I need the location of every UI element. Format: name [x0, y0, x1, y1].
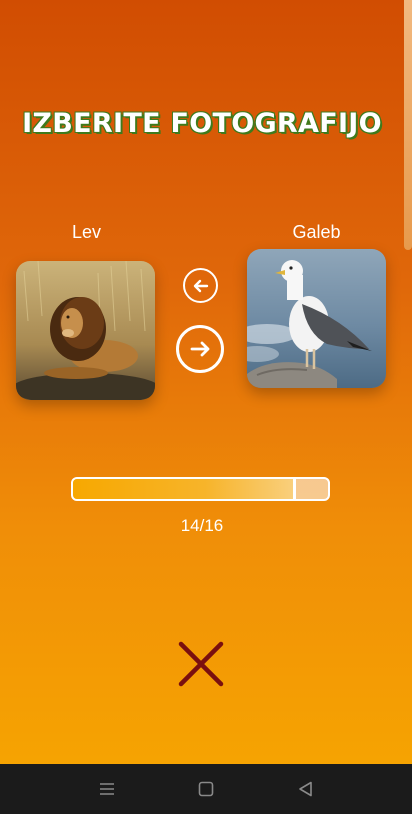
- progress-bar: [71, 477, 330, 501]
- page-title: IZBERITE FOTOGRAFIJO: [22, 108, 382, 139]
- seagull-photo[interactable]: [247, 249, 386, 388]
- progress-fill: [73, 479, 297, 499]
- triangle-back-icon[interactable]: [296, 779, 316, 799]
- left-option-label: Lev: [71, 222, 102, 242]
- arrow-right-circle-icon[interactable]: [176, 325, 224, 373]
- right-option-label: Galeb: [292, 222, 341, 242]
- lion-photo[interactable]: [16, 261, 155, 400]
- system-navbar: [0, 764, 412, 814]
- menu-icon[interactable]: [97, 779, 117, 799]
- square-home-icon[interactable]: [196, 779, 216, 799]
- scroll-indicator[interactable]: [404, 0, 412, 250]
- close-x-icon[interactable]: [177, 640, 225, 688]
- progress-counter: 14/16: [180, 516, 224, 535]
- arrow-left-circle-icon[interactable]: [183, 268, 218, 303]
